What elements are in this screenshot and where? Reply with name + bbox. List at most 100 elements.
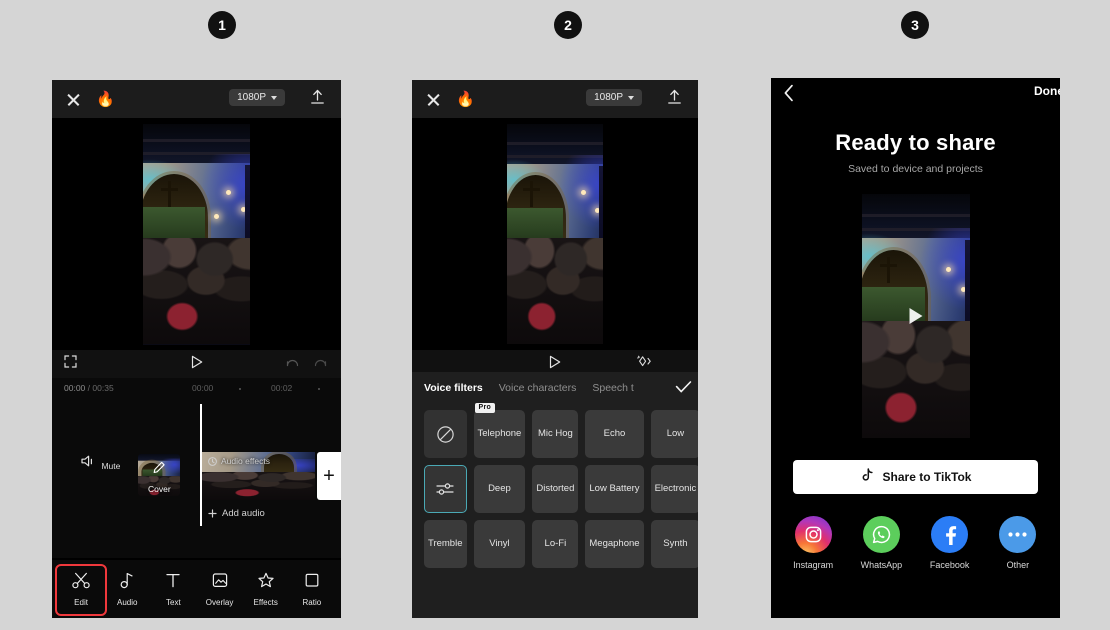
step-badge-3: 3 (901, 11, 929, 39)
audio-effects-badge[interactable]: Audio effects (208, 456, 270, 466)
preview-control-strip (52, 350, 341, 378)
filter-label-telephone: Telephone (477, 427, 522, 439)
timeline-head-controls: Mute Cover (80, 454, 198, 496)
filter-tile-mic-hog[interactable]: Mic Hog (532, 410, 579, 458)
timecode-display: 00:00 / 00:35 (64, 383, 114, 393)
chevron-down-icon (628, 95, 634, 100)
panel-editor-timeline: 🔥 1080P 00:00 / 00:35 00:00 00:02 Mute C… (52, 80, 341, 618)
toolbar-label-edit: Edit (74, 597, 88, 607)
audio-effects-label: Audio effects (221, 456, 270, 466)
video-frame (122, 123, 271, 345)
cover-label: Cover (148, 484, 171, 494)
tab-voice-filters[interactable]: Voice filters (424, 382, 483, 394)
resolution-selector[interactable]: 1080P (586, 89, 642, 106)
filter-label-tremble: Tremble (428, 537, 463, 549)
share-video-preview[interactable] (771, 194, 1060, 438)
video-preview-area[interactable] (52, 118, 341, 350)
tab-speech-to-text[interactable]: Speech t (592, 382, 633, 394)
close-x-icon[interactable] (66, 92, 81, 107)
done-button[interactable]: Done (1034, 84, 1060, 98)
editor-top-bar: 🔥 1080P (52, 80, 341, 118)
share-target-whatsapp[interactable]: WhatsApp (852, 516, 910, 570)
filter-tile-synth[interactable]: Synth (650, 520, 698, 568)
step-badge-2: 2 (554, 11, 582, 39)
editor-top-bar-2: 🔥 1080P (412, 80, 698, 118)
toolbar-item-text[interactable]: Text (153, 572, 193, 607)
share-to-tiktok-button[interactable]: Share to TikTok (793, 460, 1038, 494)
more-dots-icon (999, 516, 1037, 553)
toolbar-item-overlay[interactable]: Overlay (200, 572, 240, 607)
current-time: 00:00 (64, 383, 86, 393)
share-target-other[interactable]: Other (989, 516, 1047, 570)
sparkle-diamond-icon[interactable] (636, 354, 652, 374)
share-target-instagram[interactable]: Instagram (784, 516, 842, 570)
undo-icon[interactable] (286, 355, 299, 373)
filter-label-electronic: Electronic (654, 482, 697, 494)
expand-fullscreen-icon[interactable] (64, 355, 77, 373)
filter-tile-telephone[interactable]: Pro Telephone (473, 403, 526, 458)
filter-tile-deep[interactable]: Deep (473, 465, 526, 513)
share-label-facebook: Facebook (929, 560, 970, 570)
panel-voice-filters: 🔥 1080P Voice filters Voice characters S… (412, 80, 698, 618)
filter-tile-megaphone[interactable]: Megaphone (585, 520, 644, 568)
close-x-icon[interactable] (426, 92, 441, 107)
flame-icon[interactable]: 🔥 (456, 92, 475, 107)
filter-label-echo: Echo (603, 427, 626, 439)
export-upload-icon[interactable] (310, 89, 325, 110)
video-frame-3 (840, 194, 991, 438)
toolbar-item-ratio[interactable]: Ratio (292, 572, 332, 607)
redo-icon[interactable] (314, 355, 327, 373)
tab-voice-characters[interactable]: Voice characters (499, 382, 577, 394)
filter-tile-low[interactable]: Low (650, 410, 698, 458)
filter-label-mic-hog: Mic Hog (537, 427, 573, 439)
church-scene-graphic (122, 123, 271, 345)
checkmark-icon[interactable] (675, 380, 692, 397)
mute-label: Mute (101, 461, 121, 471)
chevron-down-icon (271, 95, 277, 100)
share-title: Ready to share (835, 130, 996, 155)
filter-tile-low-battery[interactable]: Low Battery (585, 465, 644, 513)
play-icon[interactable] (549, 355, 562, 374)
sheet-tab-bar: Voice filters Voice characters Speech t (412, 372, 698, 404)
ruler-mark-1: 00:02 (271, 383, 293, 393)
filter-tile-adjust[interactable] (424, 465, 467, 513)
resolution-selector[interactable]: 1080P (229, 89, 285, 106)
filter-label-low: Low (666, 427, 685, 439)
filter-tile-tremble[interactable]: Tremble (424, 520, 467, 568)
chevron-left-icon[interactable] (783, 84, 795, 107)
voice-filter-sheet: Voice filters Voice characters Speech t … (412, 372, 698, 618)
filter-tile-electronic[interactable]: Electronic (650, 465, 698, 513)
mute-button[interactable]: Mute (80, 454, 120, 496)
cover-button[interactable]: Cover (138, 454, 181, 496)
share-label-other: Other (1006, 560, 1030, 570)
ruler-dot-1 (239, 388, 241, 390)
play-icon[interactable] (909, 308, 922, 324)
toolbar-item-audio[interactable]: Audio (107, 572, 147, 607)
share-target-facebook[interactable]: Facebook (921, 516, 979, 570)
filter-tile-distorted[interactable]: Distorted (532, 465, 579, 513)
video-clip-track[interactable]: Audio effects (202, 452, 315, 500)
share-to-tiktok-label: Share to TikTok (882, 470, 972, 484)
filter-tile-echo[interactable]: Echo (585, 410, 644, 458)
play-icon[interactable] (190, 355, 203, 374)
filter-tile-none[interactable] (424, 410, 467, 458)
voice-filter-grid: Pro Telephone Mic Hog Echo Low Deep Dist… (412, 403, 698, 568)
edit-pencil-icon (153, 461, 166, 479)
add-clip-button[interactable]: + (317, 452, 341, 500)
filter-tile-vinyl[interactable]: Vinyl (473, 520, 526, 568)
add-audio-button[interactable]: Add audio (208, 508, 265, 519)
toolbar-item-effects[interactable]: Effects (246, 572, 286, 607)
timeline-track-area[interactable]: Mute Cover Audio effects + Add audio (52, 398, 341, 558)
ruler-mark-0: 00:00 (192, 383, 214, 393)
video-preview-area-2[interactable] (412, 118, 698, 350)
filter-label-vinyl: Vinyl (489, 537, 510, 549)
filter-tile-lo-fi[interactable]: Lo-Fi (532, 520, 579, 568)
flame-icon[interactable]: 🔥 (96, 92, 115, 107)
share-targets-row: Instagram WhatsApp Facebook Other (771, 516, 1060, 570)
resolution-label: 1080P (237, 92, 266, 103)
export-upload-icon[interactable] (667, 89, 682, 110)
panel-ready-to-share: Done Ready to share Saved to device and … (771, 78, 1060, 618)
timeline-ruler: 00:00 / 00:35 00:00 00:02 (52, 378, 341, 398)
screenshot-stage: 1 2 3 🔥 1080P 00:00 / 00:35 00:00 00:02 … (0, 0, 1110, 630)
toolbar-item-edit[interactable]: Edit (55, 563, 108, 616)
